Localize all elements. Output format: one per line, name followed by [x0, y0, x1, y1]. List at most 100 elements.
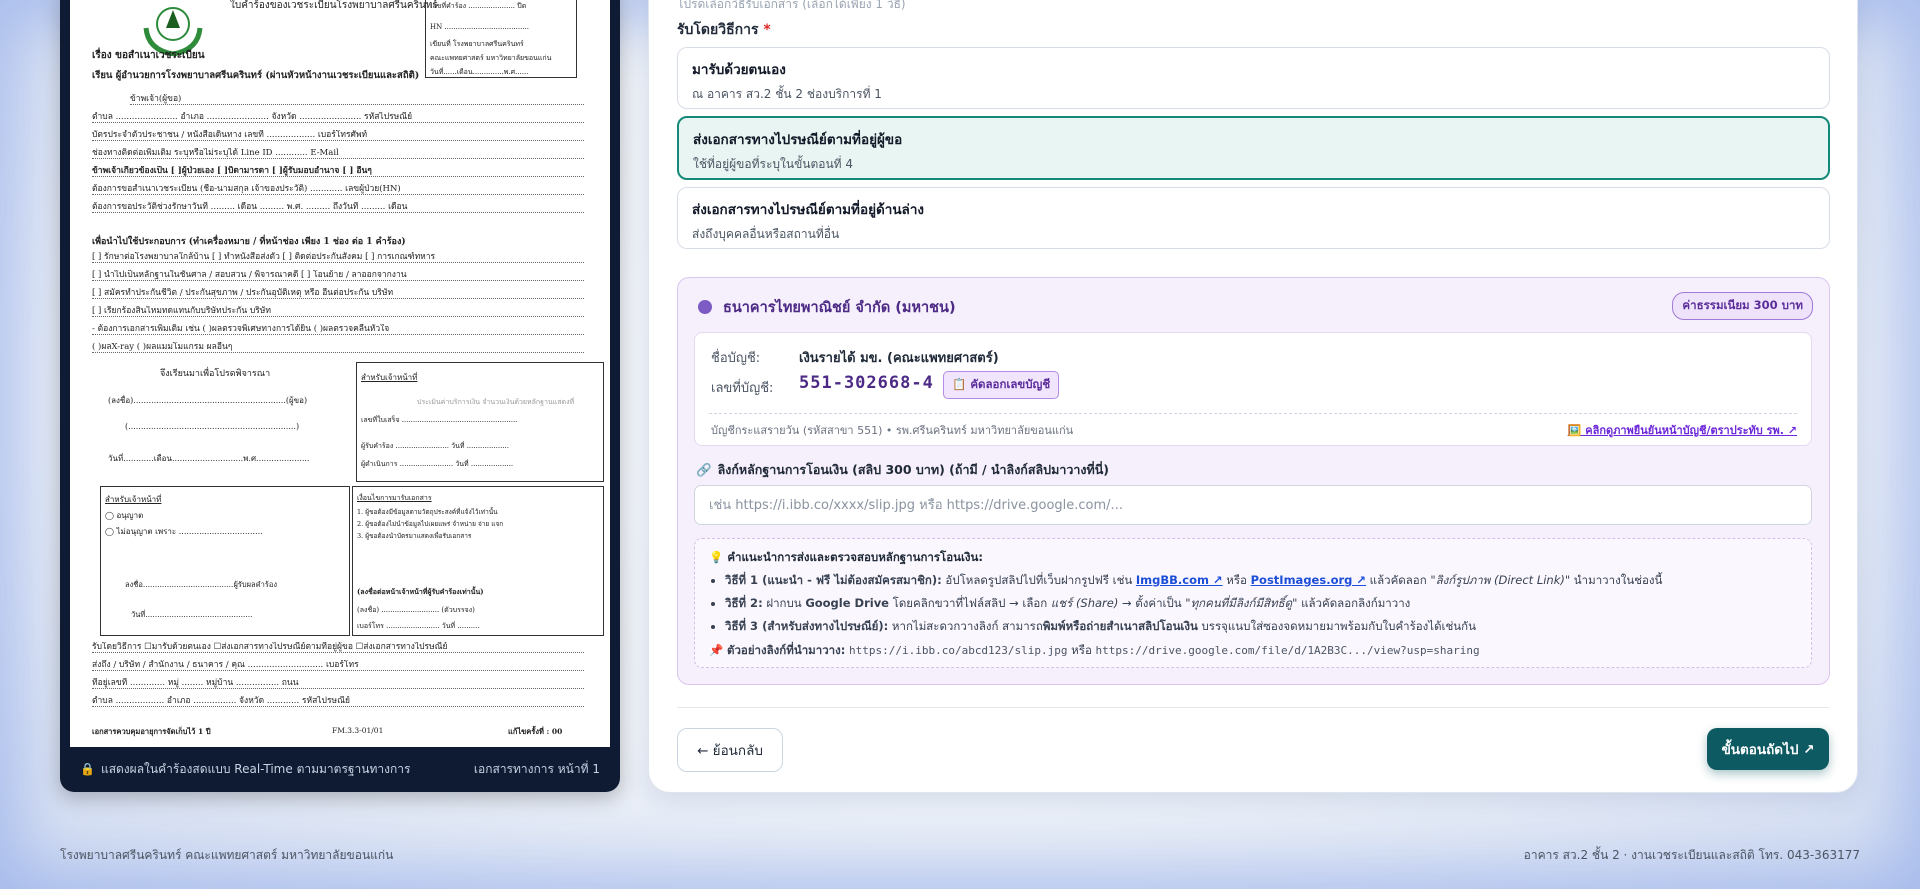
pin-icon: 📌 [709, 643, 724, 657]
tip-item: วิธีที่ 1 (แนะนำ - ฟรี ไม่ต้องสมัครสมาชิ… [725, 572, 1797, 590]
fee-badge: ค่าธรรมเนียม 300 บาท [1672, 292, 1813, 320]
tips-list: วิธีที่ 1 (แนะนำ - ฟรี ไม่ต้องสมัครสมาชิ… [709, 572, 1797, 636]
preview-line: ข้าพเจ้าเกี่ยวข้องเป็น [ ]ผู้ป่วยเอง [ ]… [92, 166, 584, 177]
link-icon: 🔗 [696, 462, 712, 477]
slip-link-label-text: ลิงก์หลักฐานการโอนเงิน (สลิป 300 บาท) (ถ… [717, 462, 1109, 477]
tip-item: วิธีที่ 2: ฝากบน Google Drive โดยคลิกขวา… [725, 595, 1797, 613]
preview-line: [ ] นำไปเป็นหลักฐานในชั้นศาล / สอบสวน / … [92, 270, 584, 281]
account-no-label: เลขที่บัญชี: [711, 381, 774, 396]
option-mail-requester[interactable]: ส่งเอกสารทางไปรษณีย์ตามที่อยู่ผู้ขอ ใช้ท… [677, 116, 1830, 180]
account-info-box: ชื่อบัญชี: เงินรายได้ มข. (คณะแพทยศาสตร์… [694, 332, 1812, 446]
preview-line: ( )ผลX-ray ( )ผลแมมโมแกรม ผลอื่นๆ [92, 342, 584, 353]
preview-approve-box: สำหรับเจ้าหน้าที่ ◯ อนุญาต ◯ ไม่อนุญาต เ… [100, 486, 350, 636]
bank-name: ธนาคารไทยพาณิชย์ จำกัด (มหาชน) [723, 300, 956, 316]
example-line: 📌 ตัวอย่างลิงก์ที่นำมาวาง: https://i.ibb… [709, 642, 1797, 660]
slip-link-input[interactable] [694, 485, 1812, 525]
lock-icon: 🔒 [80, 762, 95, 776]
preview-line: ตำบล .................. อำเภอ ..........… [92, 696, 584, 707]
tips-heading: 💡 คำแนะนำการส่งและตรวจสอบหลักฐานการโอนเง… [709, 549, 1797, 567]
tip-title: วิธีที่ 1 (แนะนำ - ฟรี ไม่ต้องสมัครสมาชิ… [725, 573, 942, 587]
tip-text: แล้วคัดลอกลิงก์มาวาง [1297, 596, 1411, 610]
tip-text: โดยคลิกขวาที่ไฟล์สลิป → เลือก [889, 596, 1051, 610]
verify-account-link[interactable]: 🖼️ คลิกดูภาพยืนยันหน้าบัญชี/ตราประทับ รพ… [1568, 421, 1797, 439]
option-mail-other-address[interactable]: ส่งเอกสารทางไปรษณีย์ตามที่อยู่ด้านล่าง ส… [677, 187, 1830, 249]
option-subtitle: ณ อาคาร สว.2 ชั้น 2 ช่องบริการที่ 1 [692, 87, 882, 101]
preview-line: ต้องการขอสำเนาเวชระเบียน (ชื่อ-นามสกุล เ… [92, 184, 584, 195]
tip-text: หากไม่สะดวกวางลิงก์ สามารถ [888, 619, 1043, 633]
tip-emphasis: แชร์ (Share) [1050, 596, 1119, 610]
example-url: https://i.ibb.co/abcd123/slip.jpg [848, 644, 1068, 657]
postimages-link[interactable]: PostImages.org ↗ [1251, 573, 1366, 587]
example-or: หรือ [1067, 643, 1096, 657]
method-label-text: รับโดยวิธีการ [677, 22, 759, 38]
slip-link-label: 🔗 ลิงก์หลักฐานการโอนเงิน (สลิป 300 บาท) (… [696, 460, 1109, 480]
preview-line: ที่อยู่เลขที่ ............. หมู่ .......… [92, 678, 584, 689]
preview-subject: เรื่อง ขอสำเนาเวชระเบียน [92, 50, 205, 61]
page-footer-left: โรงพยาบาลศรีนครินทร์ คณะแพทยศาสตร์ มหาวิ… [60, 848, 394, 862]
preview-line: รับโดยวิธีการ ☐มารับด้วยตนเอง ☐ส่งเอกสาร… [92, 642, 584, 653]
tip-emphasis: "ลิงก์รูปภาพ (Direct Link)" [1430, 573, 1571, 587]
page-footer-right: อาคาร สว.2 ชั้น 2 · งานเวชระเบียนและสถิต… [1523, 848, 1860, 862]
bank-transfer-panel: ธนาคารไทยพาณิชย์ จำกัด (มหาชน) ค่าธรรมเน… [677, 277, 1830, 685]
option-title: มารับด้วยตนเอง [692, 62, 786, 78]
next-step-button[interactable]: ขั้นตอนถัดไป ↗ [1707, 728, 1829, 770]
method-label: รับโดยวิธีการ * [677, 19, 771, 41]
preview-line: - ต้องการเอกสารเพิ่มเติม เช่น ( )ผลตรวจพ… [92, 324, 584, 335]
tip-text: ฝากบน [762, 596, 806, 610]
preview-sign-line: วันที่............เดือน.................… [108, 454, 310, 463]
preview-line: ข้าพเจ้า(ผู้ขอ) [130, 94, 584, 105]
preview-doc-title: ใบคำร้องของเวชระเบียนโรงพยาบาลศรีนครินทร… [230, 0, 438, 11]
preview-line: [ ] สมัครทำประกันชีวิต / ประกันสุขภาพ / … [92, 288, 584, 299]
preview-sign-text: จึงเรียนมาเพื่อโปรดพิจารณา [160, 369, 271, 379]
preview-status-bar: 🔒 แสดงผลในคำร้องสดแบบ Real-Time ตามมาตรฐา… [60, 747, 620, 792]
preview-footer-left: เอกสารควบคุมอายุการจัดเก็บไว้ 1 ปี [92, 727, 211, 736]
preview-receipt-box: เลขที่คำร้อง ..................... ปีด H… [425, 0, 577, 78]
tip-text: หรือ [1222, 573, 1251, 587]
preview-page-text: เอกสารทางการ หน้าที่ 1 [473, 762, 600, 776]
preview-footer-mid: FM.3.3-01/01 [332, 726, 384, 735]
tip-title: วิธีที่ 3 (สำหรับส่งทางไปรษณีย์): [725, 619, 889, 633]
back-button[interactable]: ← ย้อนกลับ [677, 728, 783, 772]
preview-purpose-heading: เพื่อนำไปใช้ประกอบการ (ทำเครื่องหมาย / ท… [92, 237, 406, 247]
preview-line: ช่องทางติดต่อเพิ่มเติม ระบุหรือไม่ระบุได… [92, 148, 584, 159]
tip-text: แล้วคัดลอก [1366, 573, 1431, 587]
preview-footer-right: แก้ไขครั้งที่ : 00 [508, 727, 563, 736]
tip-emphasis: Google Drive [805, 596, 889, 610]
copy-account-button[interactable]: 📋 คัดลอกเลขบัญชี [943, 371, 1060, 399]
bank-dot-icon [698, 300, 712, 314]
tip-text: อัปโหลดรูปสลิปไปที่เว็บฝากรูปฟรี เช่น [941, 573, 1136, 587]
example-label: ตัวอย่างลิงก์ที่นำมาวาง: [726, 643, 846, 657]
preview-status-text: แสดงผลในคำร้องสดแบบ Real-Time ตามมาตรฐาน… [100, 762, 411, 776]
form-top-hint: โปรดเลือกวิธีรับเอกสาร (เลือกได้เพียง 1 … [677, 0, 906, 11]
imgbb-link[interactable]: ImgBB.com ↗ [1136, 573, 1223, 587]
delivery-form-card: โปรดเลือกวิธีรับเอกสาร (เลือกได้เพียง 1 … [648, 0, 1858, 793]
preview-sign-line: (ลงชื่อ)................................… [108, 396, 308, 405]
preview-line: ต้องการขอประวัติช่วงรักษาวันที่ ........… [92, 202, 584, 213]
preview-status: 🔒 แสดงผลในคำร้องสดแบบ Real-Time ตามมาตรฐา… [80, 760, 410, 779]
tip-emphasis: "ทุกคนที่มีลิงก์มีสิทธิ์ดู" [1185, 596, 1298, 610]
tip-emphasis: พิมพ์หรือถ่ายสำเนาสลิปโอนเงิน [1042, 619, 1198, 633]
preview-line: [ ] รักษาต่อโรงพยาบาลใกล้บ้าน [ ] ทำหนัง… [92, 252, 584, 263]
account-name: เงินรายได้ มข. (คณะแพทยศาสตร์) [799, 351, 999, 366]
option-pickup-self[interactable]: มารับด้วยตนเอง ณ อาคาร สว.2 ชั้น 2 ช่องบ… [677, 47, 1830, 109]
option-title: ส่งเอกสารทางไปรษณีย์ตามที่อยู่ด้านล่าง [692, 202, 924, 218]
example-url: https://drive.google.com/file/d/1A2B3C..… [1095, 644, 1480, 657]
account-number: 551-302668-4 [799, 373, 934, 393]
divider [709, 413, 1797, 414]
preview-line: ส่งถึง / บริษัท / สำนักงาน / ธนาคาร / คุ… [92, 660, 584, 671]
transfer-tips-box: 💡 คำแนะนำการส่งและตรวจสอบหลักฐานการโอนเง… [694, 538, 1812, 668]
lightbulb-icon: 💡 [709, 550, 724, 564]
option-title: ส่งเอกสารทางไปรษณีย์ตามที่อยู่ผู้ขอ [693, 132, 903, 148]
tip-text: บรรจุแนบใส่ซองจดหมายมาพร้อมกับใบคำร้องได… [1197, 619, 1476, 633]
preview-officer-box: สำหรับเจ้าหน้าที่ ประเมินค่าบริการเงิน จ… [356, 362, 604, 482]
branch-note: บัญชีกระแสรายวัน (รหัสสาขา 551) • รพ.ศรี… [711, 424, 1074, 437]
option-subtitle: ใช้ที่อยู่ผู้ขอที่ระบุในขั้นตอนที่ 4 [693, 157, 854, 171]
preview-sign-line: (.......................................… [125, 422, 300, 431]
account-name-label: ชื่อบัญชี: [711, 351, 761, 366]
preview-line: ตำบล ....................... อำเภอ .....… [92, 112, 584, 123]
tips-heading-text: คำแนะนำการส่งและตรวจสอบหลักฐานการโอนเงิน… [727, 550, 983, 564]
preview-line: บัตรประจำตัวประชาชน / หนังสือเดินทาง เลข… [92, 130, 584, 141]
form-paper-preview: ใบคำร้องของเวชระเบียนโรงพยาบาลศรีนครินทร… [70, 0, 610, 747]
tip-text: นำมาวางในช่องนี้ [1570, 573, 1663, 587]
tip-item: วิธีที่ 3 (สำหรับส่งทางไปรษณีย์): หากไม่… [725, 618, 1797, 636]
